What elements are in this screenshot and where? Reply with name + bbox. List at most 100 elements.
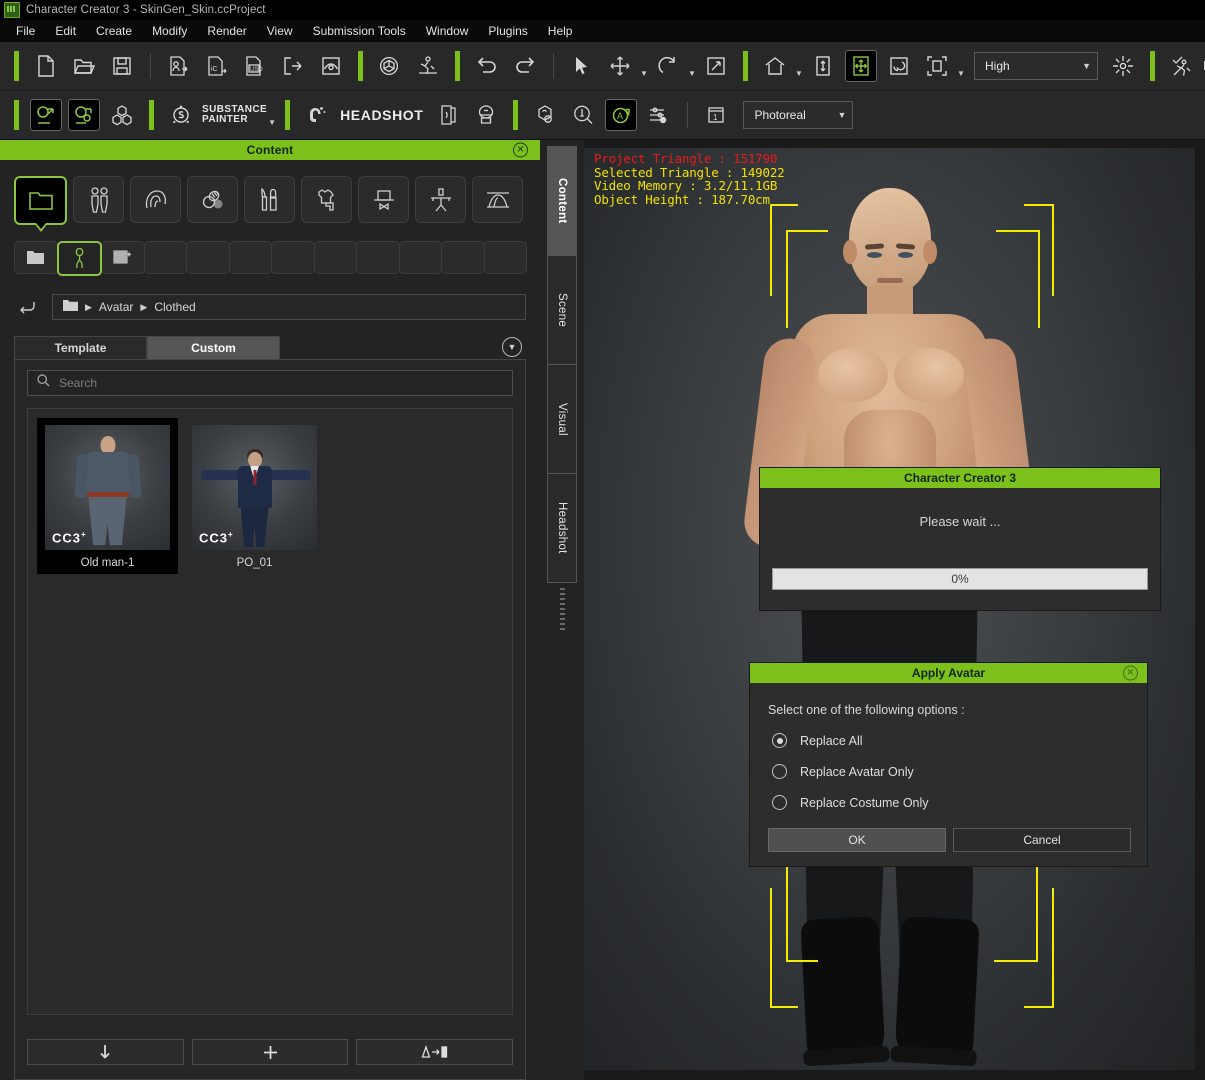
chevron-down-circle-icon[interactable]: ▼ (502, 337, 522, 357)
tab-custom[interactable]: Custom (147, 336, 280, 359)
motion-run-icon[interactable] (413, 51, 443, 81)
frame-number-icon[interactable]: 1 (701, 100, 731, 130)
cube-group-icon[interactable] (107, 100, 137, 130)
image-sub-icon[interactable] (101, 241, 145, 274)
body-category-icon[interactable] (73, 176, 124, 223)
menu-edit[interactable]: Edit (45, 21, 86, 41)
download-button[interactable] (27, 1039, 184, 1065)
home-view-icon[interactable] (760, 51, 790, 81)
preview-window-icon[interactable] (316, 51, 346, 81)
menu-render[interactable]: Render (197, 21, 256, 41)
cloth-category-icon[interactable] (301, 176, 352, 223)
menu-help[interactable]: Help (538, 21, 583, 41)
orbit-icon[interactable] (884, 51, 914, 81)
smart-hair-icon[interactable] (530, 100, 560, 130)
rotate-gizmo-icon[interactable] (653, 51, 683, 81)
render-mode-select[interactable]: Photoreal ▼ (743, 101, 854, 129)
cancel-button[interactable]: Cancel (953, 828, 1131, 852)
export-usd-icon[interactable]: USD (240, 51, 270, 81)
folder-category-icon[interactable] (14, 176, 67, 225)
list-item[interactable]: CC3+ Old man-1 (37, 418, 178, 574)
apply-to-button[interactable] (356, 1039, 514, 1065)
skin-inspect-icon[interactable] (568, 100, 598, 130)
menu-create[interactable]: Create (86, 21, 142, 41)
empty-sub-9[interactable] (356, 241, 400, 274)
export-character-icon[interactable] (164, 51, 194, 81)
dock-tab-visual[interactable]: Visual (547, 364, 577, 474)
empty-sub-7[interactable] (271, 241, 315, 274)
scale-gizmo-icon[interactable] (701, 51, 731, 81)
export-arrow-icon[interactable] (278, 51, 308, 81)
redo-icon[interactable] (510, 51, 540, 81)
morph-paint-icon[interactable] (68, 99, 100, 131)
scene-category-icon[interactable] (472, 176, 523, 223)
move-gizmo-dropdown[interactable]: ▼ (639, 48, 649, 85)
settings-sliders-icon[interactable] (644, 100, 674, 130)
new-document-icon[interactable] (31, 51, 61, 81)
empty-sub-8[interactable] (313, 241, 357, 274)
menu-modify[interactable]: Modify (142, 21, 197, 41)
ok-button[interactable]: OK (768, 828, 946, 852)
radio-button[interactable] (772, 733, 787, 748)
transform-object-icon[interactable] (375, 51, 405, 81)
menu-view[interactable]: View (257, 21, 303, 41)
empty-sub-11[interactable] (441, 241, 485, 274)
empty-sub-6[interactable] (228, 241, 272, 274)
home-view-dropdown[interactable]: ▼ (794, 48, 804, 85)
back-arrow-icon[interactable] (14, 296, 40, 318)
frame-object-icon[interactable] (922, 51, 952, 81)
image-layers-icon[interactable] (433, 100, 463, 130)
close-circle-icon[interactable]: ✕ (513, 142, 528, 158)
radio-option-replace-costume-only[interactable]: Replace Costume Only (772, 795, 1147, 810)
menu-plugins[interactable]: Plugins (478, 21, 537, 41)
accessory-category-icon[interactable] (358, 176, 409, 223)
menu-submission-tools[interactable]: Submission Tools (303, 21, 416, 41)
dock-tab-scene[interactable]: Scene (547, 255, 577, 365)
quality-select[interactable]: High ▼ (974, 52, 1098, 80)
undo-icon[interactable] (472, 51, 502, 81)
select-cursor-icon[interactable] (567, 51, 597, 81)
empty-sub-12[interactable] (483, 241, 527, 274)
empty-sub-5[interactable] (186, 241, 230, 274)
sun-light-icon[interactable] (1108, 51, 1138, 81)
avatar-sub-icon[interactable] (56, 241, 102, 276)
empty-sub-10[interactable] (398, 241, 442, 274)
hair-category-icon[interactable] (130, 176, 181, 223)
radio-button[interactable] (772, 795, 787, 810)
folder-sub-icon[interactable] (14, 241, 58, 274)
fit-all-icon[interactable] (845, 50, 877, 82)
breadcrumb[interactable]: ▶ Avatar ▶ Clothed (52, 294, 526, 320)
export-iclone-icon[interactable]: iC (202, 51, 232, 81)
pose-edit-icon[interactable] (1167, 51, 1197, 81)
breadcrumb-segment-avatar[interactable]: Avatar (99, 300, 133, 314)
dock-tab-content[interactable]: Content (547, 146, 577, 256)
substance-dropdown[interactable]: ▼ (267, 97, 277, 134)
skin-category-icon[interactable] (187, 176, 238, 223)
list-item[interactable]: CC3+ PO_01 (185, 419, 324, 573)
substance-logo-icon[interactable] (166, 100, 196, 130)
rotate-gizmo-dropdown[interactable]: ▼ (687, 48, 697, 85)
pose-category-icon[interactable] (415, 176, 466, 223)
add-button[interactable] (191, 1039, 349, 1065)
menu-window[interactable]: Window (416, 21, 479, 41)
morph-edit-icon[interactable] (30, 99, 62, 131)
dock-tab-headshot[interactable]: Headshot (547, 473, 577, 583)
radio-option-replace-avatar-only[interactable]: Replace Avatar Only (772, 764, 1147, 779)
menu-file[interactable]: File (6, 21, 45, 41)
radio-button[interactable] (772, 764, 787, 779)
search-input[interactable]: Search (27, 370, 513, 396)
headshot-logo-icon[interactable] (302, 100, 332, 130)
save-disk-icon[interactable] (107, 51, 137, 81)
close-circle-icon[interactable]: ✕ (1123, 665, 1138, 681)
appearance-editor-icon[interactable]: A (605, 99, 638, 131)
radio-option-replace-all[interactable]: Replace All (772, 733, 1147, 748)
frame-object-dropdown[interactable]: ▼ (956, 48, 966, 85)
makeup-category-icon[interactable] (244, 176, 295, 223)
head-mesh-icon[interactable] (471, 100, 501, 130)
empty-sub-4[interactable] (143, 241, 187, 274)
tab-template[interactable]: Template (14, 336, 147, 359)
open-folder-icon[interactable] (69, 51, 99, 81)
breadcrumb-segment-clothed[interactable]: Clothed (154, 300, 195, 314)
fit-vertical-icon[interactable] (808, 51, 838, 81)
dock-resize-grip[interactable] (559, 588, 565, 630)
